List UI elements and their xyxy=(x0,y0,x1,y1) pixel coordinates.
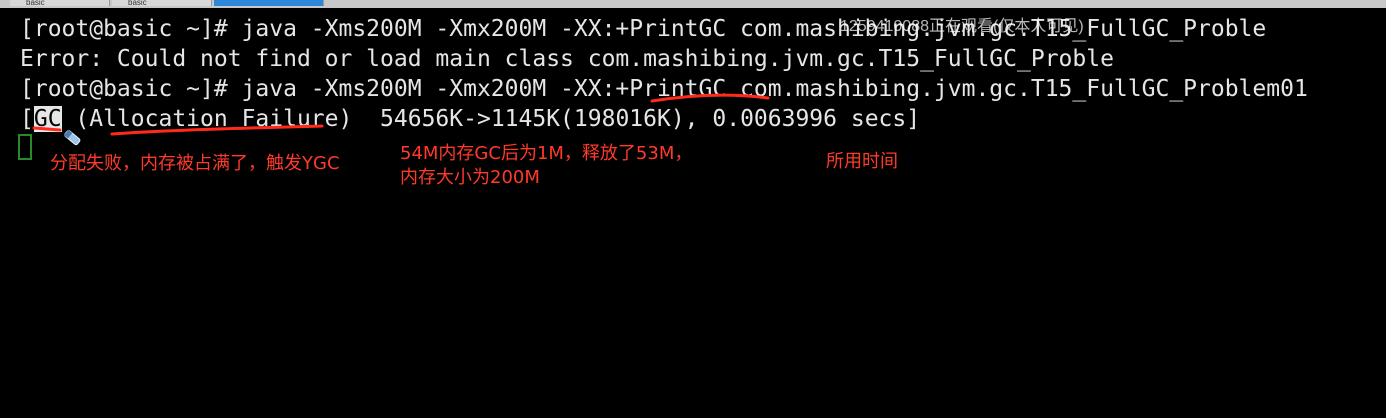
annotation-gc-reason: 分配失败，内存被占满了，触发YGC xyxy=(50,153,340,174)
terminal-cursor xyxy=(18,134,32,160)
line4-rest: (Allocation Failure) 54656K->1145K(19801… xyxy=(61,106,921,132)
tab-active[interactable] xyxy=(214,0,324,6)
terminal-line-2: Error: Could not find or load main class… xyxy=(20,46,1114,72)
annotation-time-used: 所用时间 xyxy=(826,151,898,172)
terminal-window[interactable]: [root@basic ~]# java -Xms200M -Xmx200M -… xyxy=(0,8,1386,418)
gc-selection: GC xyxy=(33,106,62,132)
tab-basic-2[interactable]: basic xyxy=(112,0,212,6)
terminal-line-3: [root@basic ~]# java -Xms200M -Xmx200M -… xyxy=(20,76,1308,102)
line4-bracket: [ xyxy=(20,106,34,132)
pen-icon xyxy=(63,129,81,146)
tab-basic-1[interactable]: basic xyxy=(10,0,110,6)
watermark: 1259410088正在观看(仅本人可见) xyxy=(840,18,1084,35)
terminal-line-4: [GC (Allocation Failure) 54656K->1145K(1… xyxy=(20,104,920,134)
annotation-memory-change: 54M内存GC后为1M，释放了53M， 内存大小为200M xyxy=(400,143,693,188)
screen: basic basic [root@basic ~]# java -Xms200… xyxy=(0,0,1386,418)
tab-strip: basic basic xyxy=(0,0,1386,8)
